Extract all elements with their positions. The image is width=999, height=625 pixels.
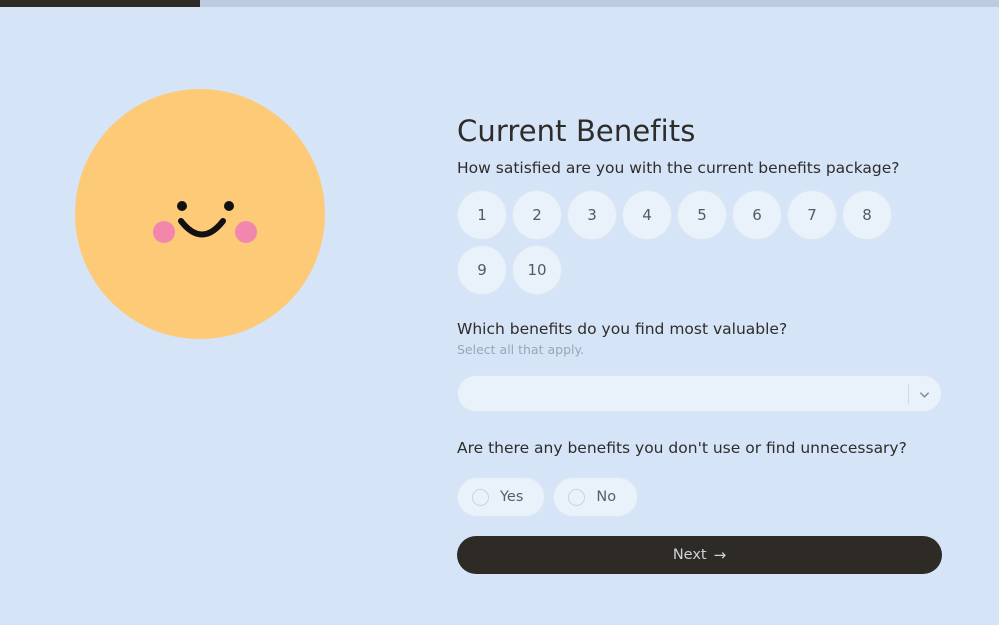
radio-circle-icon <box>568 488 586 506</box>
rating-option-1[interactable]: 1 <box>457 190 507 240</box>
chevron-down-icon[interactable] <box>918 388 931 401</box>
next-button[interactable]: Next → <box>457 536 942 574</box>
question-label: Are there any benefits you don't use or … <box>457 439 907 457</box>
rating-option-2[interactable]: 2 <box>512 190 562 240</box>
survey-page: Current Benefits How satisfied are you w… <box>0 7 999 625</box>
face-circle <box>75 89 325 339</box>
radio-option-label: Yes <box>500 489 524 505</box>
rating-option-7[interactable]: 7 <box>787 190 837 240</box>
next-button-label: Next <box>672 547 707 563</box>
rating-option-4[interactable]: 4 <box>622 190 672 240</box>
multiselect-divider <box>908 384 909 404</box>
radio-option-label: No <box>596 489 617 505</box>
rating-option-10[interactable]: 10 <box>512 245 562 295</box>
radio-circle-icon <box>472 488 489 506</box>
question-helper-text: Select all that apply. <box>457 342 585 357</box>
radio-option-no[interactable]: No <box>553 477 639 517</box>
question-valuable-benefits: Which benefits do you find most valuable… <box>457 320 787 357</box>
page-title: Current Benefits <box>457 114 696 149</box>
rating-option-9[interactable]: 9 <box>457 245 507 295</box>
question-label: Which benefits do you find most valuable… <box>457 320 788 338</box>
benefits-multiselect[interactable] <box>457 375 942 412</box>
cheek-right-blush <box>235 221 257 243</box>
arrow-right-icon: → <box>713 545 727 564</box>
smiling-face-illustration <box>75 89 325 339</box>
question-label: How satisfied are you with the current b… <box>457 159 900 177</box>
eye-right-icon <box>224 201 234 211</box>
radio-option-yes[interactable]: Yes <box>457 477 546 517</box>
question-unused-benefits: Are there any benefits you don't use or … <box>457 439 907 457</box>
rating-option-3[interactable]: 3 <box>567 190 617 240</box>
rating-scale-group: 1 2 3 4 5 6 7 8 9 10 <box>457 190 907 295</box>
progress-bar-fill <box>0 0 200 7</box>
smile-arc-icon <box>178 218 226 238</box>
eye-left-icon <box>177 201 187 211</box>
rating-option-8[interactable]: 8 <box>842 190 892 240</box>
progress-bar-track <box>0 0 999 7</box>
cheek-left-blush <box>153 221 175 243</box>
question-satisfaction: How satisfied are you with the current b… <box>457 159 900 177</box>
rating-option-5[interactable]: 5 <box>677 190 727 240</box>
yes-no-radio-group: Yes No <box>457 477 639 517</box>
rating-option-6[interactable]: 6 <box>732 190 782 240</box>
